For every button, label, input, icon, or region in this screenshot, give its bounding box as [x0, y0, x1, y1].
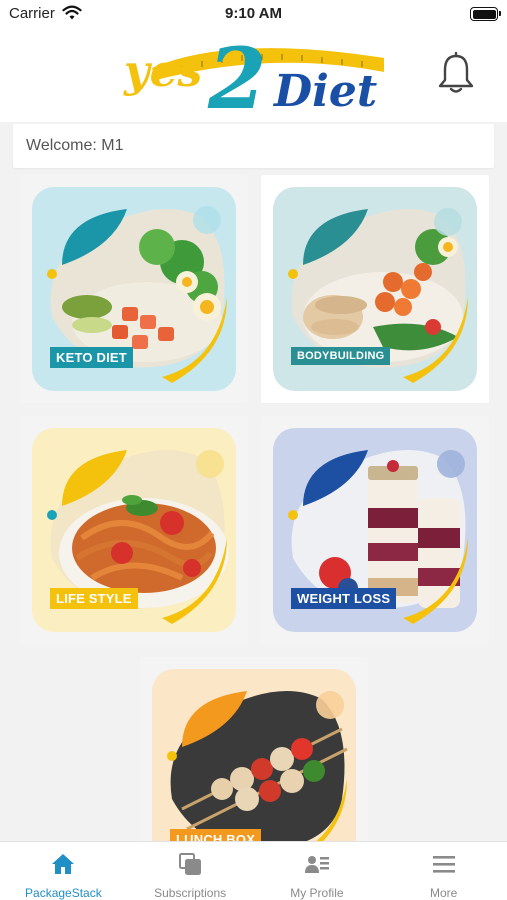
battery-icon	[470, 7, 501, 21]
brand-logo: yes 2 Diet	[123, 29, 384, 116]
package-label-life-style: LIFE STYLE	[50, 588, 138, 609]
svg-text:yes: yes	[123, 46, 202, 97]
app-header: yes 2 Diet	[0, 28, 507, 122]
tab-subscriptions[interactable]: Subscriptions	[127, 842, 254, 900]
welcome-text: Welcome: M1	[26, 137, 124, 154]
tab-label: PackageStack	[25, 886, 102, 900]
package-card-keto-diet[interactable]: KETO DIET	[20, 175, 248, 403]
status-bar: Carrier 9:10 AM	[0, 0, 507, 28]
tab-label: My Profile	[290, 886, 344, 900]
svg-text:Diet: Diet	[272, 66, 377, 116]
tab-more[interactable]: More	[380, 842, 507, 900]
welcome-banner: Welcome: M1	[13, 124, 494, 168]
package-image-lunch-box	[152, 669, 356, 847]
tab-label: More	[429, 886, 458, 900]
tab-my-profile[interactable]: My Profile	[254, 842, 381, 900]
notification-bell-icon[interactable]	[437, 52, 475, 94]
package-card-weight-loss[interactable]: WEIGHT LOSS	[261, 416, 489, 644]
profile-card-icon	[304, 856, 329, 873]
package-label-bodybuilding: BODYBUILDING	[291, 347, 391, 365]
package-label-keto-diet: KETO DIET	[50, 347, 133, 368]
home-icon	[52, 854, 75, 874]
svg-text:2: 2	[207, 29, 266, 116]
status-time: 9:10 AM	[225, 5, 282, 22]
bottom-tab-bar: PackageStack Subscriptions My Profile Mo…	[0, 841, 507, 900]
package-card-lunch-box[interactable]: LUNCH BOX	[140, 657, 368, 847]
package-label-weight-loss: WEIGHT LOSS	[291, 588, 397, 609]
package-card-life-style[interactable]: LIFE STYLE	[20, 416, 248, 644]
menu-icon	[432, 856, 455, 873]
copy-icon	[179, 853, 202, 875]
tab-package-stack[interactable]: PackageStack	[0, 842, 127, 900]
package-card-bodybuilding[interactable]: BODYBUILDING	[261, 175, 489, 403]
tab-label: Subscriptions	[154, 886, 227, 900]
